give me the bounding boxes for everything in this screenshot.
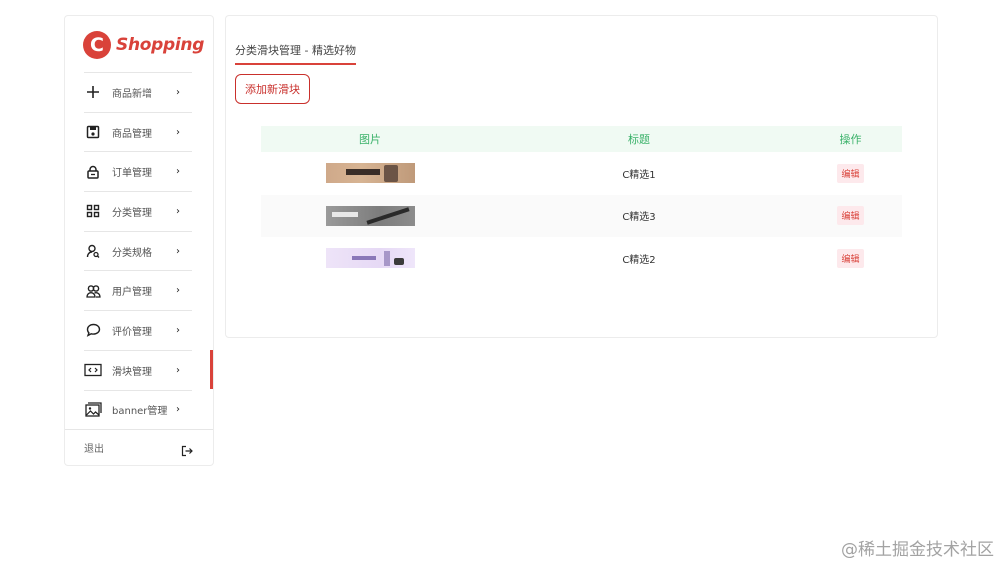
logout-icon — [181, 442, 193, 456]
table-header: 图片 标题 操作 — [261, 126, 902, 152]
sidebar-item-product-add[interactable]: 商品新增 › — [84, 72, 192, 112]
chevron-right-icon: › — [176, 205, 180, 217]
app-logo[interactable]: C Shopping — [83, 30, 204, 60]
chevron-right-icon: › — [176, 285, 180, 297]
chevron-right-icon: › — [176, 166, 180, 178]
sidebar-item-label: 用户管理 — [112, 287, 152, 299]
plus-icon — [84, 83, 102, 101]
sidebar-item-label: 评价管理 — [112, 326, 152, 338]
table-row: C精选3 编辑 — [261, 194, 902, 237]
watermark: @稀土掘金技术社区 — [841, 540, 994, 560]
edit-button[interactable]: 编辑 — [837, 248, 864, 268]
lock-icon — [84, 163, 102, 181]
sidebar-item-category-specs[interactable]: 分类规格 › — [84, 230, 192, 271]
sidebar-item-label: banner管理 — [112, 406, 168, 418]
chevron-right-icon: › — [176, 404, 180, 416]
edit-button[interactable]: 编辑 — [837, 163, 864, 183]
logo-text: Shopping — [116, 35, 205, 55]
sidebar-item-users[interactable]: 用户管理 › — [84, 270, 192, 310]
column-header-action: 操作 — [839, 133, 862, 146]
logout-label: 退出 — [84, 444, 104, 455]
row-title: C精选3 — [622, 212, 656, 224]
column-header-image: 图片 — [359, 133, 381, 146]
sidebar-item-banner[interactable]: banner管理 › — [84, 389, 192, 430]
sidebar-item-label: 商品管理 — [112, 128, 152, 140]
chevron-right-icon: › — [176, 364, 180, 376]
sidebar-item-slider[interactable]: 滑块管理 › — [84, 349, 192, 390]
row-title: C精选1 — [622, 169, 656, 181]
sidebar-item-label: 分类规格 — [112, 247, 152, 259]
column-header-title: 标题 — [628, 133, 650, 146]
chevron-right-icon: › — [176, 245, 180, 257]
slider-table: 图片 标题 操作 C精选1 编辑 C精选3 编辑 C精选2 编辑 — [261, 126, 902, 280]
sidebar-item-categories[interactable]: 分类管理 › — [84, 191, 192, 231]
slider-thumbnail — [325, 163, 415, 184]
page-title: 分类滑块管理 - 精选好物 — [235, 42, 356, 65]
sidebar-item-reviews[interactable]: 评价管理 › — [84, 310, 192, 350]
sidebar-item-label: 商品新增 — [112, 88, 152, 100]
sidebar-item-label: 滑块管理 — [112, 366, 152, 378]
sidebar-menu: 商品新增 › 商品管理 › 订单管理 › 分类管理 › 分类规格 › 用户管理 … — [84, 72, 192, 429]
save-icon — [84, 123, 102, 141]
user-search-icon — [84, 242, 102, 260]
sidebar-item-label: 订单管理 — [112, 168, 152, 180]
slider-thumbnail — [325, 205, 415, 226]
sidebar-item-product-manage[interactable]: 商品管理 › — [84, 111, 192, 152]
chevron-right-icon: › — [176, 126, 180, 138]
users-icon — [84, 282, 102, 300]
edit-button[interactable]: 编辑 — [837, 206, 864, 226]
grid-icon — [84, 202, 102, 220]
comment-icon — [84, 321, 102, 339]
chevron-right-icon: › — [176, 324, 180, 336]
table-row: C精选2 编辑 — [261, 237, 902, 280]
slider-thumbnail — [325, 248, 415, 269]
image-icon — [84, 401, 102, 419]
code-icon — [84, 361, 102, 379]
logout-button[interactable]: 退出 — [65, 429, 213, 465]
chevron-right-icon: › — [176, 86, 180, 98]
row-title: C精选2 — [622, 254, 656, 266]
logo-mark: C — [83, 31, 111, 59]
sidebar-item-orders[interactable]: 订单管理 › — [84, 151, 192, 191]
main-panel: 分类滑块管理 - 精选好物 添加新滑块 图片 标题 操作 C精选1 编辑 C精选… — [225, 15, 938, 338]
sidebar-item-label: 分类管理 — [112, 207, 152, 219]
active-indicator — [210, 350, 213, 389]
table-row: C精选1 编辑 — [261, 152, 902, 195]
add-slider-button[interactable]: 添加新滑块 — [235, 74, 310, 104]
sidebar: C Shopping 商品新增 › 商品管理 › 订单管理 › 分类管理 › 分… — [64, 15, 214, 466]
